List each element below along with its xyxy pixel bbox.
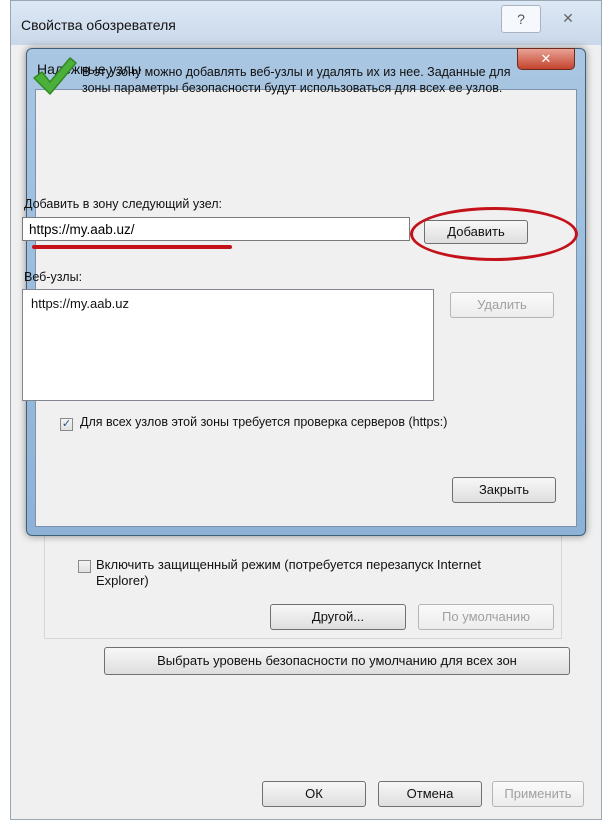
site-url-input[interactable]: [22, 217, 410, 241]
reset-all-zones-button[interactable]: Выбрать уровень безопасности по умолчани…: [104, 647, 570, 675]
list-item[interactable]: https://my.aab.uz: [23, 290, 433, 311]
remove-site-button: Удалить: [450, 292, 554, 318]
trusted-close-button[interactable]: ✕: [517, 48, 575, 70]
outer-dialog-title: Свойства обозревателя: [21, 17, 176, 33]
websites-label: Веб-узлы:: [24, 270, 83, 284]
outer-close-button[interactable]: ✕: [549, 5, 587, 31]
help-button[interactable]: ?: [501, 5, 541, 33]
websites-list[interactable]: https://my.aab.uz: [22, 289, 434, 401]
custom-level-button[interactable]: Другой...: [270, 604, 406, 630]
cancel-button[interactable]: Отмена: [378, 781, 482, 807]
protected-mode-label: Включить защищенный режим (потребуется п…: [96, 557, 482, 588]
apply-button: Применить: [492, 781, 584, 807]
require-https-checkbox[interactable]: ✓: [60, 418, 73, 431]
url-annotation-underline: [32, 245, 232, 249]
add-site-label: Добавить в зону следующий узел:: [24, 197, 223, 211]
default-level-button: По умолчанию: [418, 604, 554, 630]
protected-mode-checkbox[interactable]: [78, 560, 91, 573]
zone-info-text: В эту зону можно добавлять веб-узлы и уд…: [82, 65, 511, 95]
close-dialog-button[interactable]: Закрыть: [452, 477, 556, 503]
ok-button[interactable]: ОК: [262, 781, 366, 807]
add-button-annotation-circle: [410, 207, 578, 261]
check-mark-icon: [33, 57, 77, 95]
outer-titlebar[interactable]: Свойства обозревателя ? ✕: [11, 1, 601, 45]
require-https-label: Для всех узлов этой зоны требуется прове…: [80, 415, 448, 429]
